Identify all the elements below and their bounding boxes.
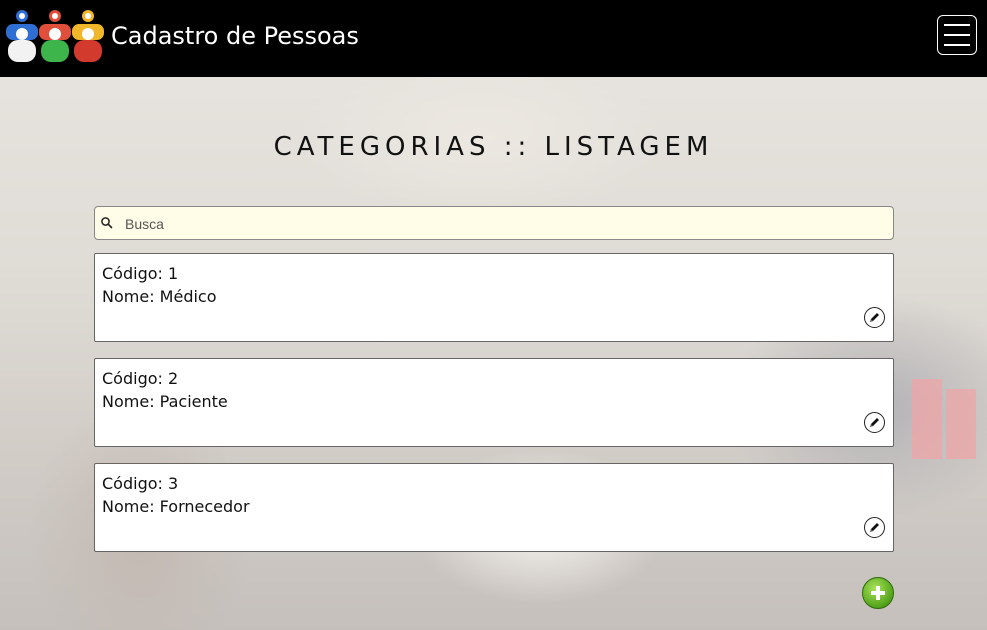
search-input[interactable] [123,212,887,236]
category-card: Código: 1 Nome: Médico [94,253,894,342]
people-group-icon[interactable] [4,6,107,64]
hamburger-menu-icon[interactable] [937,15,977,55]
category-name: Nome: Médico [102,287,217,306]
page-title: CATEGORIAS :: LISTAGEM [273,132,714,162]
search-icon [101,217,113,229]
edit-pencil-icon[interactable] [864,517,885,538]
category-card: Código: 2 Nome: Paciente [94,358,894,447]
category-name: Nome: Fornecedor [102,497,250,516]
category-code: Código: 3 [102,474,179,493]
search-box[interactable] [94,206,894,240]
category-code: Código: 2 [102,369,179,388]
add-icon[interactable] [862,577,894,609]
category-code: Código: 1 [102,264,179,283]
edit-pencil-icon[interactable] [864,307,885,328]
brand-title[interactable]: Cadastro de Pessoas [111,22,359,50]
category-name: Nome: Paciente [102,392,228,411]
category-card: Código: 3 Nome: Fornecedor [94,463,894,552]
main-content: CATEGORIAS :: LISTAGEM Código: 1 Nome: M… [0,77,987,630]
top-navbar: Cadastro de Pessoas [0,0,987,77]
edit-pencil-icon[interactable] [864,412,885,433]
